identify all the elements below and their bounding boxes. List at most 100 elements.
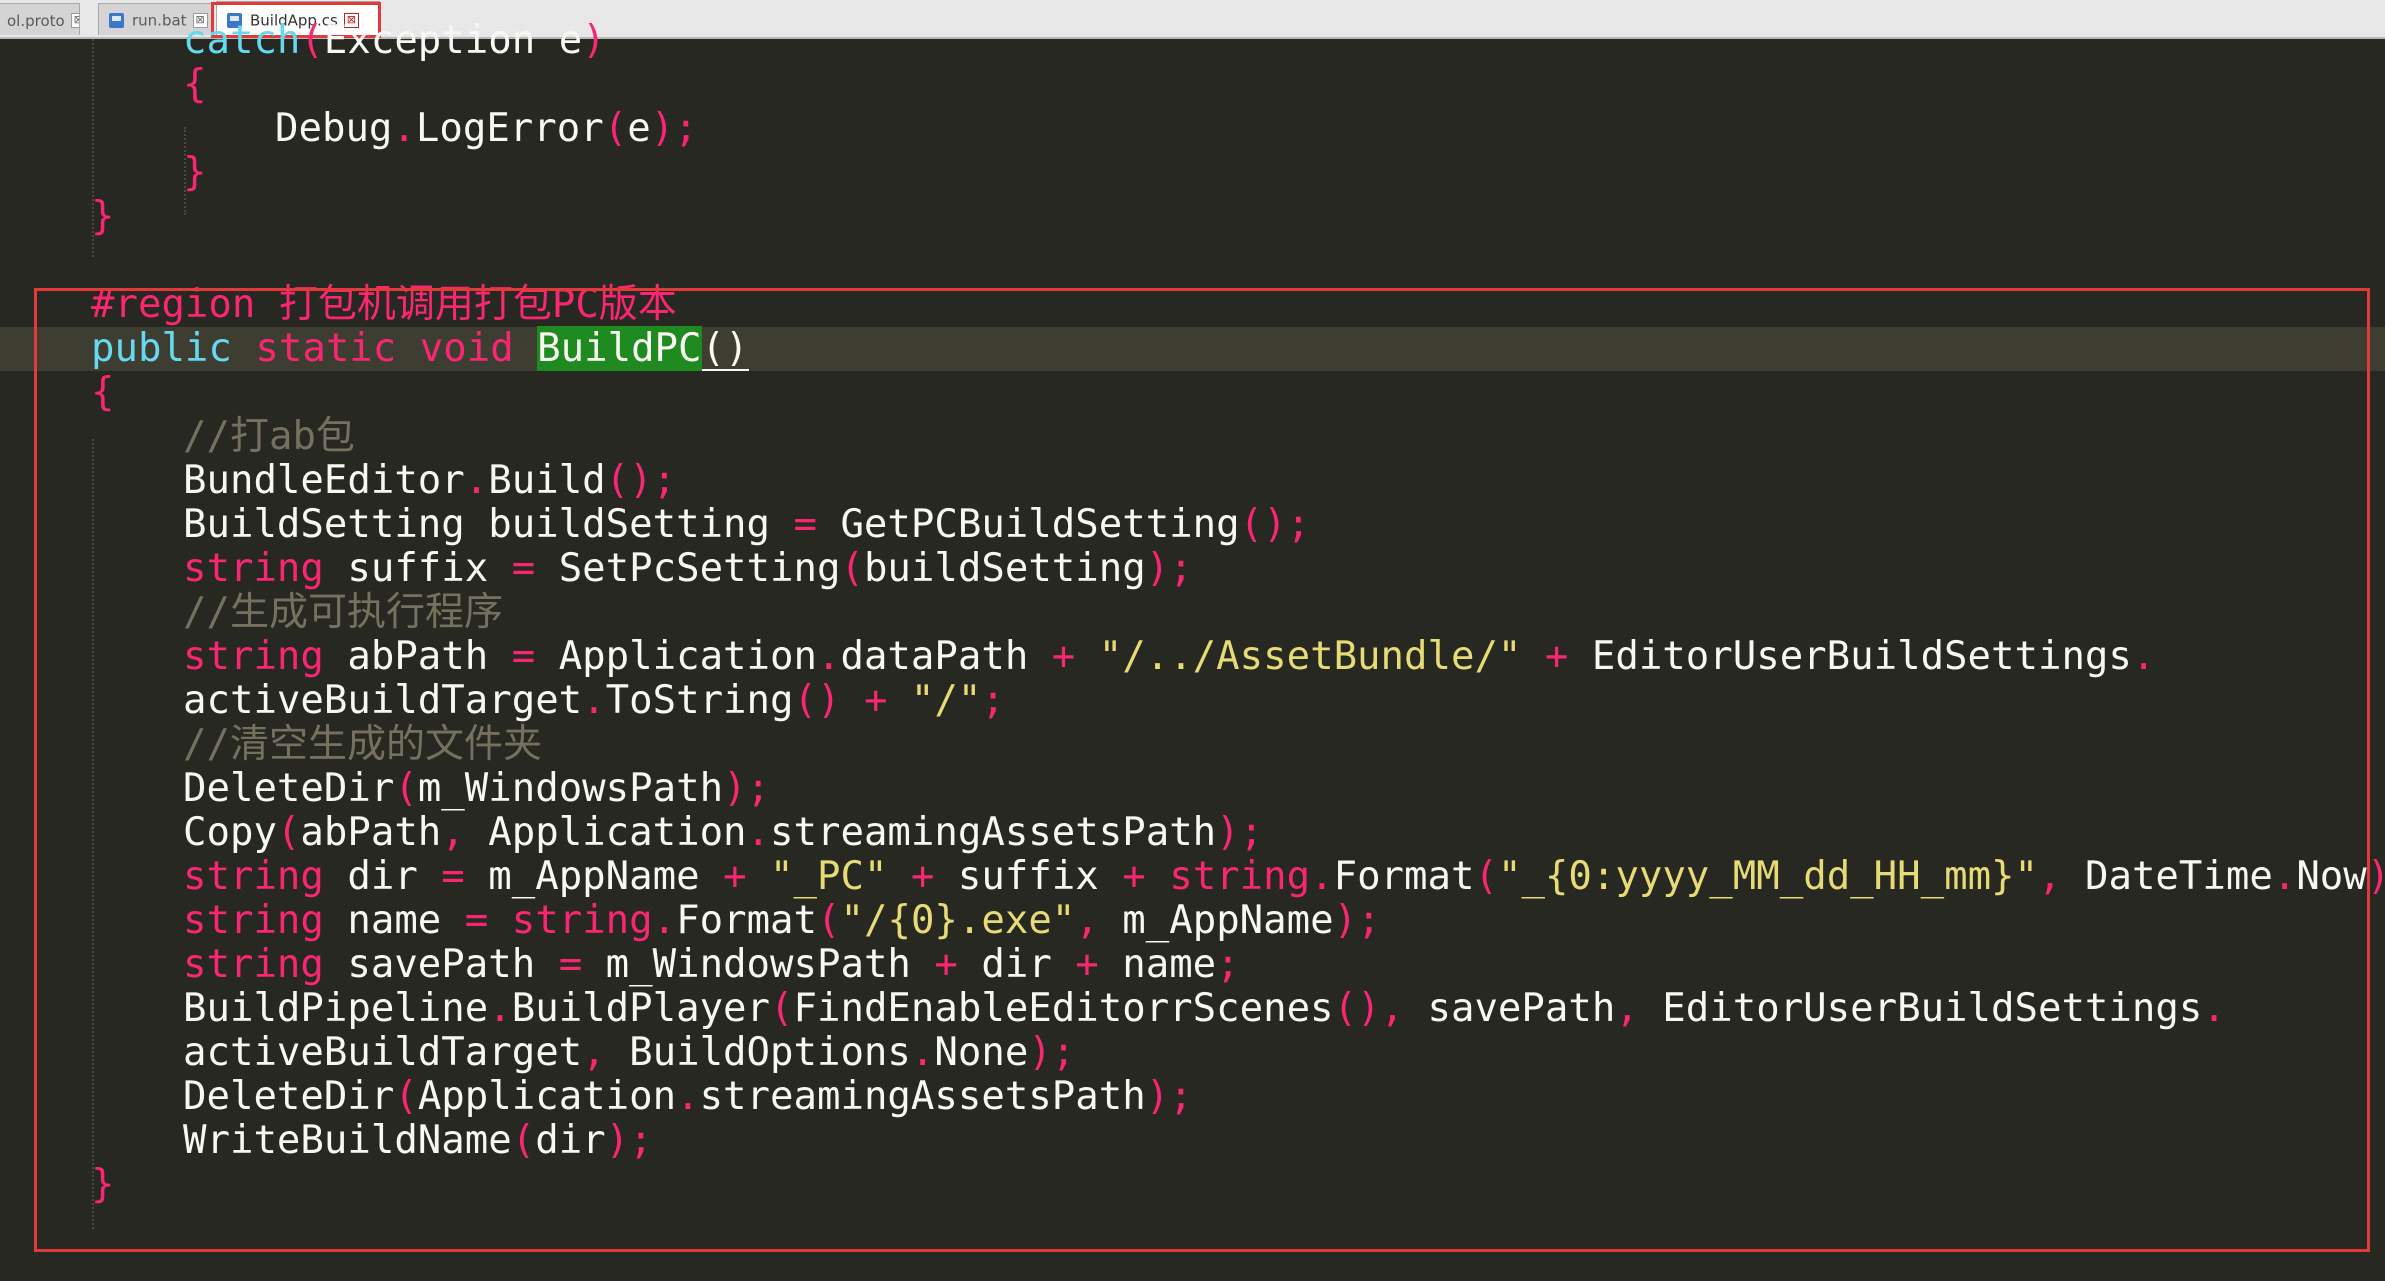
code-token: string: [183, 546, 324, 591]
code-token: streamingAssetsPath: [699, 1074, 1146, 1119]
code-editor[interactable]: catch(Exception e){Debug.LogError(e);}} #…: [0, 19, 2385, 1281]
code-token: string: [183, 942, 324, 987]
code-line[interactable]: WriteBuildName(dir);: [0, 1119, 2385, 1163]
code-token: .: [746, 810, 771, 855]
code-line[interactable]: }: [0, 1163, 2385, 1207]
code-token: );: [1028, 1030, 1076, 1075]
code-token: EditorUserBuildSettings: [1638, 986, 2203, 1031]
code-token: "_{0:yyyy_MM_dd_HH_mm}": [1497, 854, 2039, 899]
code-line[interactable]: public static void BuildPC(): [0, 326, 2385, 371]
code-token: .: [2131, 634, 2156, 679]
code-line[interactable]: }: [0, 151, 2385, 195]
code-line[interactable]: //生成可执行程序: [0, 591, 2385, 635]
code-token: string: [511, 898, 653, 943]
code-line[interactable]: BuildSetting buildSetting = GetPCBuildSe…: [0, 503, 2385, 547]
code-line[interactable]: BuildPipeline.BuildPlayer(FindEnableEdit…: [0, 987, 2385, 1031]
code-token: m_AppName: [1098, 898, 1334, 943]
code-line[interactable]: string savePath = m_WindowsPath + dir + …: [0, 943, 2385, 987]
code-token: WriteBuildName: [183, 1118, 512, 1163]
code-token: DeleteDir: [183, 766, 395, 811]
code-token: BuildSetting buildSetting: [183, 502, 794, 547]
code-token: EditorUserBuildSettings: [1568, 634, 2132, 679]
code-token: None: [934, 1030, 1029, 1075]
code-line[interactable]: DeleteDir(Application.streamingAssetsPat…: [0, 1075, 2385, 1119]
code-token: ,: [441, 810, 465, 855]
code-token: suffix: [323, 546, 512, 591]
code-token: static: [255, 326, 397, 371]
code-token: streamingAssetsPath: [770, 810, 1217, 855]
code-token: void: [419, 326, 514, 371]
code-token: );: [1216, 810, 1264, 855]
code-token: string: [183, 898, 324, 943]
code-token: LogError: [415, 106, 604, 151]
code-token: SetPcSetting: [535, 546, 841, 591]
code-line[interactable]: Debug.LogError(e);: [0, 107, 2385, 151]
code-token: //生成可执行程序: [183, 590, 503, 635]
code-token: BundleEditor: [183, 458, 465, 503]
code-token: .: [2202, 986, 2226, 1031]
code-token: Application: [464, 810, 747, 855]
code-token: string: [183, 634, 324, 679]
code-line[interactable]: activeBuildTarget.ToString() + "/";: [0, 679, 2385, 723]
code-token: +: [910, 854, 935, 899]
code-token: abPath: [323, 634, 512, 679]
code-token: .: [676, 1074, 700, 1119]
code-token: BuildPlayer: [511, 986, 771, 1031]
code-line[interactable]: //打ab包: [0, 415, 2385, 459]
code-token: m_WindowsPath: [417, 766, 724, 811]
code-token: ToString: [605, 678, 794, 723]
code-line[interactable]: catch(Exception e): [0, 19, 2385, 63]
code-token: ,: [1380, 986, 1404, 1031]
code-token: m_WindowsPath: [582, 942, 935, 987]
code-token: catch: [183, 18, 301, 63]
code-token: Application: [535, 634, 817, 679]
code-token: //打ab包: [183, 414, 355, 459]
code-line[interactable]: {: [0, 371, 2385, 415]
code-token: +: [1544, 634, 1569, 679]
code-token: =: [511, 546, 536, 591]
code-token: dir: [323, 854, 442, 899]
code-token: (): [1333, 986, 1381, 1031]
code-line[interactable]: string suffix = SetPcSetting(buildSettin…: [0, 547, 2385, 591]
code-line[interactable]: activeBuildTarget, BuildOptions.None);: [0, 1031, 2385, 1075]
code-token: );: [650, 106, 698, 151]
code-token: );: [723, 766, 771, 811]
code-line[interactable]: BundleEditor.Build();: [0, 459, 2385, 503]
code-line[interactable]: string dir = m_AppName + "_PC" + suffix …: [0, 855, 2385, 899]
code-token: string: [183, 854, 324, 899]
code-token: //清空生成的文件夹: [183, 722, 542, 767]
code-token: );: [605, 1118, 653, 1163]
code-token: public: [91, 326, 232, 371]
code-token: .: [464, 458, 489, 503]
code-line[interactable]: string abPath = Application.dataPath + "…: [0, 635, 2385, 679]
code-token: "/": [910, 678, 982, 723]
code-token: .: [488, 986, 512, 1031]
code-line[interactable]: //清空生成的文件夹: [0, 723, 2385, 767]
code-token: "_PC": [770, 854, 888, 899]
code-token: BuildOptions: [605, 1030, 911, 1075]
code-line[interactable]: {: [0, 63, 2385, 107]
code-token: savePath: [1404, 986, 1616, 1031]
code-line[interactable]: string name = string.Format("/{0}.exe", …: [0, 899, 2385, 943]
code-line[interactable]: #region 打包机调用打包PC版本: [0, 283, 2385, 327]
code-line[interactable]: Copy(abPath, Application.streamingAssets…: [0, 811, 2385, 855]
code-line[interactable]: }: [0, 195, 2385, 239]
code-token: ,: [1075, 898, 1099, 943]
code-token: name: [323, 898, 465, 943]
code-token: .: [582, 678, 606, 723]
code-token: ();: [1239, 502, 1311, 547]
code-token: +: [1051, 634, 1076, 679]
code-line[interactable]: DeleteDir(m_WindowsPath);: [0, 767, 2385, 811]
code-token: ,: [582, 1030, 606, 1075]
code-token: .: [652, 898, 677, 943]
code-token: =: [558, 942, 583, 987]
code-token: BuildPipeline: [183, 986, 489, 1031]
code-token: .: [910, 1030, 935, 1075]
code-token: dir: [957, 942, 1076, 987]
